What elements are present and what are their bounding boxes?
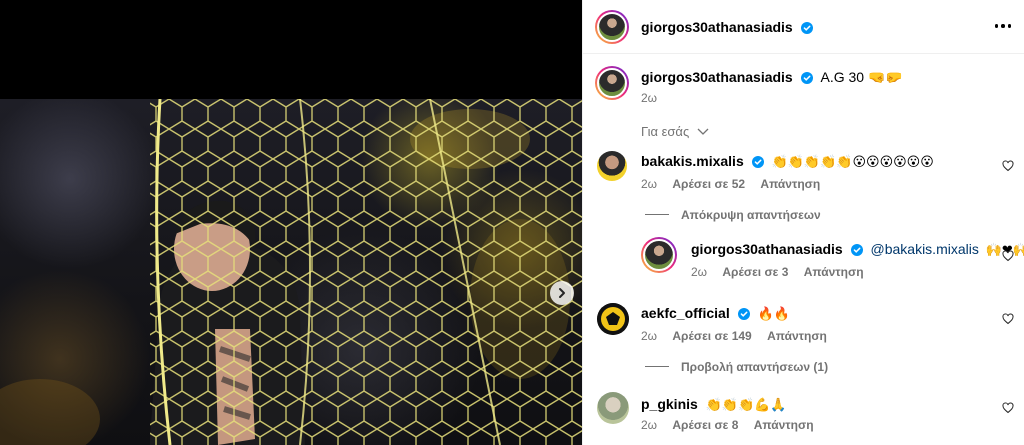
- like-heart-icon[interactable]: [1002, 160, 1014, 172]
- comment-time: 2ω: [641, 329, 658, 343]
- comment-likes[interactable]: Αρέσει σε 8: [672, 418, 738, 432]
- reply-username[interactable]: giorgos30athanasiadis: [691, 241, 843, 257]
- like-heart-icon[interactable]: [1002, 402, 1014, 414]
- comment-time: 2ω: [641, 418, 658, 432]
- comments-filter-dropdown[interactable]: Για εσάς: [641, 124, 709, 139]
- reply-avatar[interactable]: [641, 237, 677, 273]
- comment-line: p_gkinis 👏👏👏💪🙏: [641, 395, 787, 415]
- post-header: giorgos30athanasiadis: [583, 0, 1024, 54]
- comment-meta: 2ω Αρέσει σε 52 Απάντηση: [641, 176, 832, 192]
- caption-text: A.G 30 🤜🤛: [820, 69, 903, 85]
- comment-meta: 2ω Αρέσει σε 8 Απάντηση: [641, 417, 826, 433]
- comment-text: 👏👏👏👏👏😮😮😮😮😮😮: [771, 155, 934, 170]
- like-heart-icon[interactable]: [1002, 313, 1014, 325]
- reply-button[interactable]: Απάντηση: [767, 329, 827, 343]
- comments-panel: giorgos30athanasiadis giorgos30athanasia…: [582, 0, 1024, 445]
- reply-button[interactable]: Απάντηση: [760, 177, 820, 191]
- caption-line: giorgos30athanasiadis A.G 30 🤜🤛: [641, 68, 903, 86]
- comment-username[interactable]: bakakis.mixalis: [641, 153, 744, 169]
- verified-badge-icon: [751, 156, 764, 168]
- reply-mention[interactable]: @bakakis.mixalis: [871, 241, 979, 257]
- verified-badge-icon: [800, 72, 813, 84]
- reply-likes[interactable]: Αρέσει σε 3: [722, 265, 788, 279]
- comment-text: 👏👏👏💪🙏: [705, 398, 787, 413]
- hide-replies-button[interactable]: Απόκρυψη απαντήσεων: [645, 207, 821, 223]
- comment-likes[interactable]: Αρέσει σε 52: [672, 177, 745, 191]
- comment-username[interactable]: aekfc_official: [641, 305, 730, 321]
- reply-line: giorgos30athanasiadis @bakakis.mixalis 🙌…: [691, 240, 1024, 260]
- next-media-button[interactable]: [550, 281, 574, 305]
- comment-line: aekfc_official 🔥🔥: [641, 304, 790, 324]
- more-options-icon[interactable]: [994, 24, 1011, 28]
- reply-meta: 2ω Αρέσει σε 3 Απάντηση: [691, 264, 876, 280]
- comment-username[interactable]: p_gkinis: [641, 396, 698, 412]
- chevron-right-icon: [559, 288, 565, 298]
- caption-avatar[interactable]: [595, 66, 629, 100]
- comment-line: bakakis.mixalis 👏👏👏👏👏😮😮😮😮😮😮: [641, 152, 934, 172]
- verified-badge-icon: [800, 22, 813, 34]
- caption-username[interactable]: giorgos30athanasiadis: [641, 69, 793, 85]
- verified-badge-icon: [850, 244, 863, 256]
- reply-button[interactable]: Απάντηση: [754, 418, 814, 432]
- comment-text: 🔥🔥: [757, 307, 790, 322]
- author-avatar[interactable]: [595, 10, 629, 44]
- caption-time: 2ω: [641, 91, 658, 105]
- author-line: giorgos30athanasiadis: [641, 18, 813, 36]
- comment-avatar[interactable]: [597, 392, 629, 424]
- reply-time: 2ω: [691, 265, 708, 279]
- comment-likes[interactable]: Αρέσει σε 149: [672, 329, 751, 343]
- comments-filter-label: Για εσάς: [641, 124, 690, 139]
- comment-avatar[interactable]: [597, 151, 627, 181]
- comment-avatar[interactable]: [597, 303, 629, 335]
- verified-badge-icon: [737, 308, 750, 320]
- view-replies-button[interactable]: Προβολή απαντήσεων (1): [645, 359, 828, 375]
- comment-time: 2ω: [641, 177, 658, 191]
- author-username[interactable]: giorgos30athanasiadis: [641, 19, 793, 35]
- aek-logo-icon: [597, 303, 629, 335]
- post-photo: [0, 99, 582, 445]
- like-heart-icon[interactable]: [1002, 250, 1014, 262]
- comment-meta: 2ω Αρέσει σε 149 Απάντηση: [641, 328, 839, 344]
- reply-button[interactable]: Απάντηση: [804, 265, 864, 279]
- photo-illustration: [0, 99, 582, 445]
- chevron-down-icon: [697, 128, 709, 135]
- post-media: [0, 0, 582, 445]
